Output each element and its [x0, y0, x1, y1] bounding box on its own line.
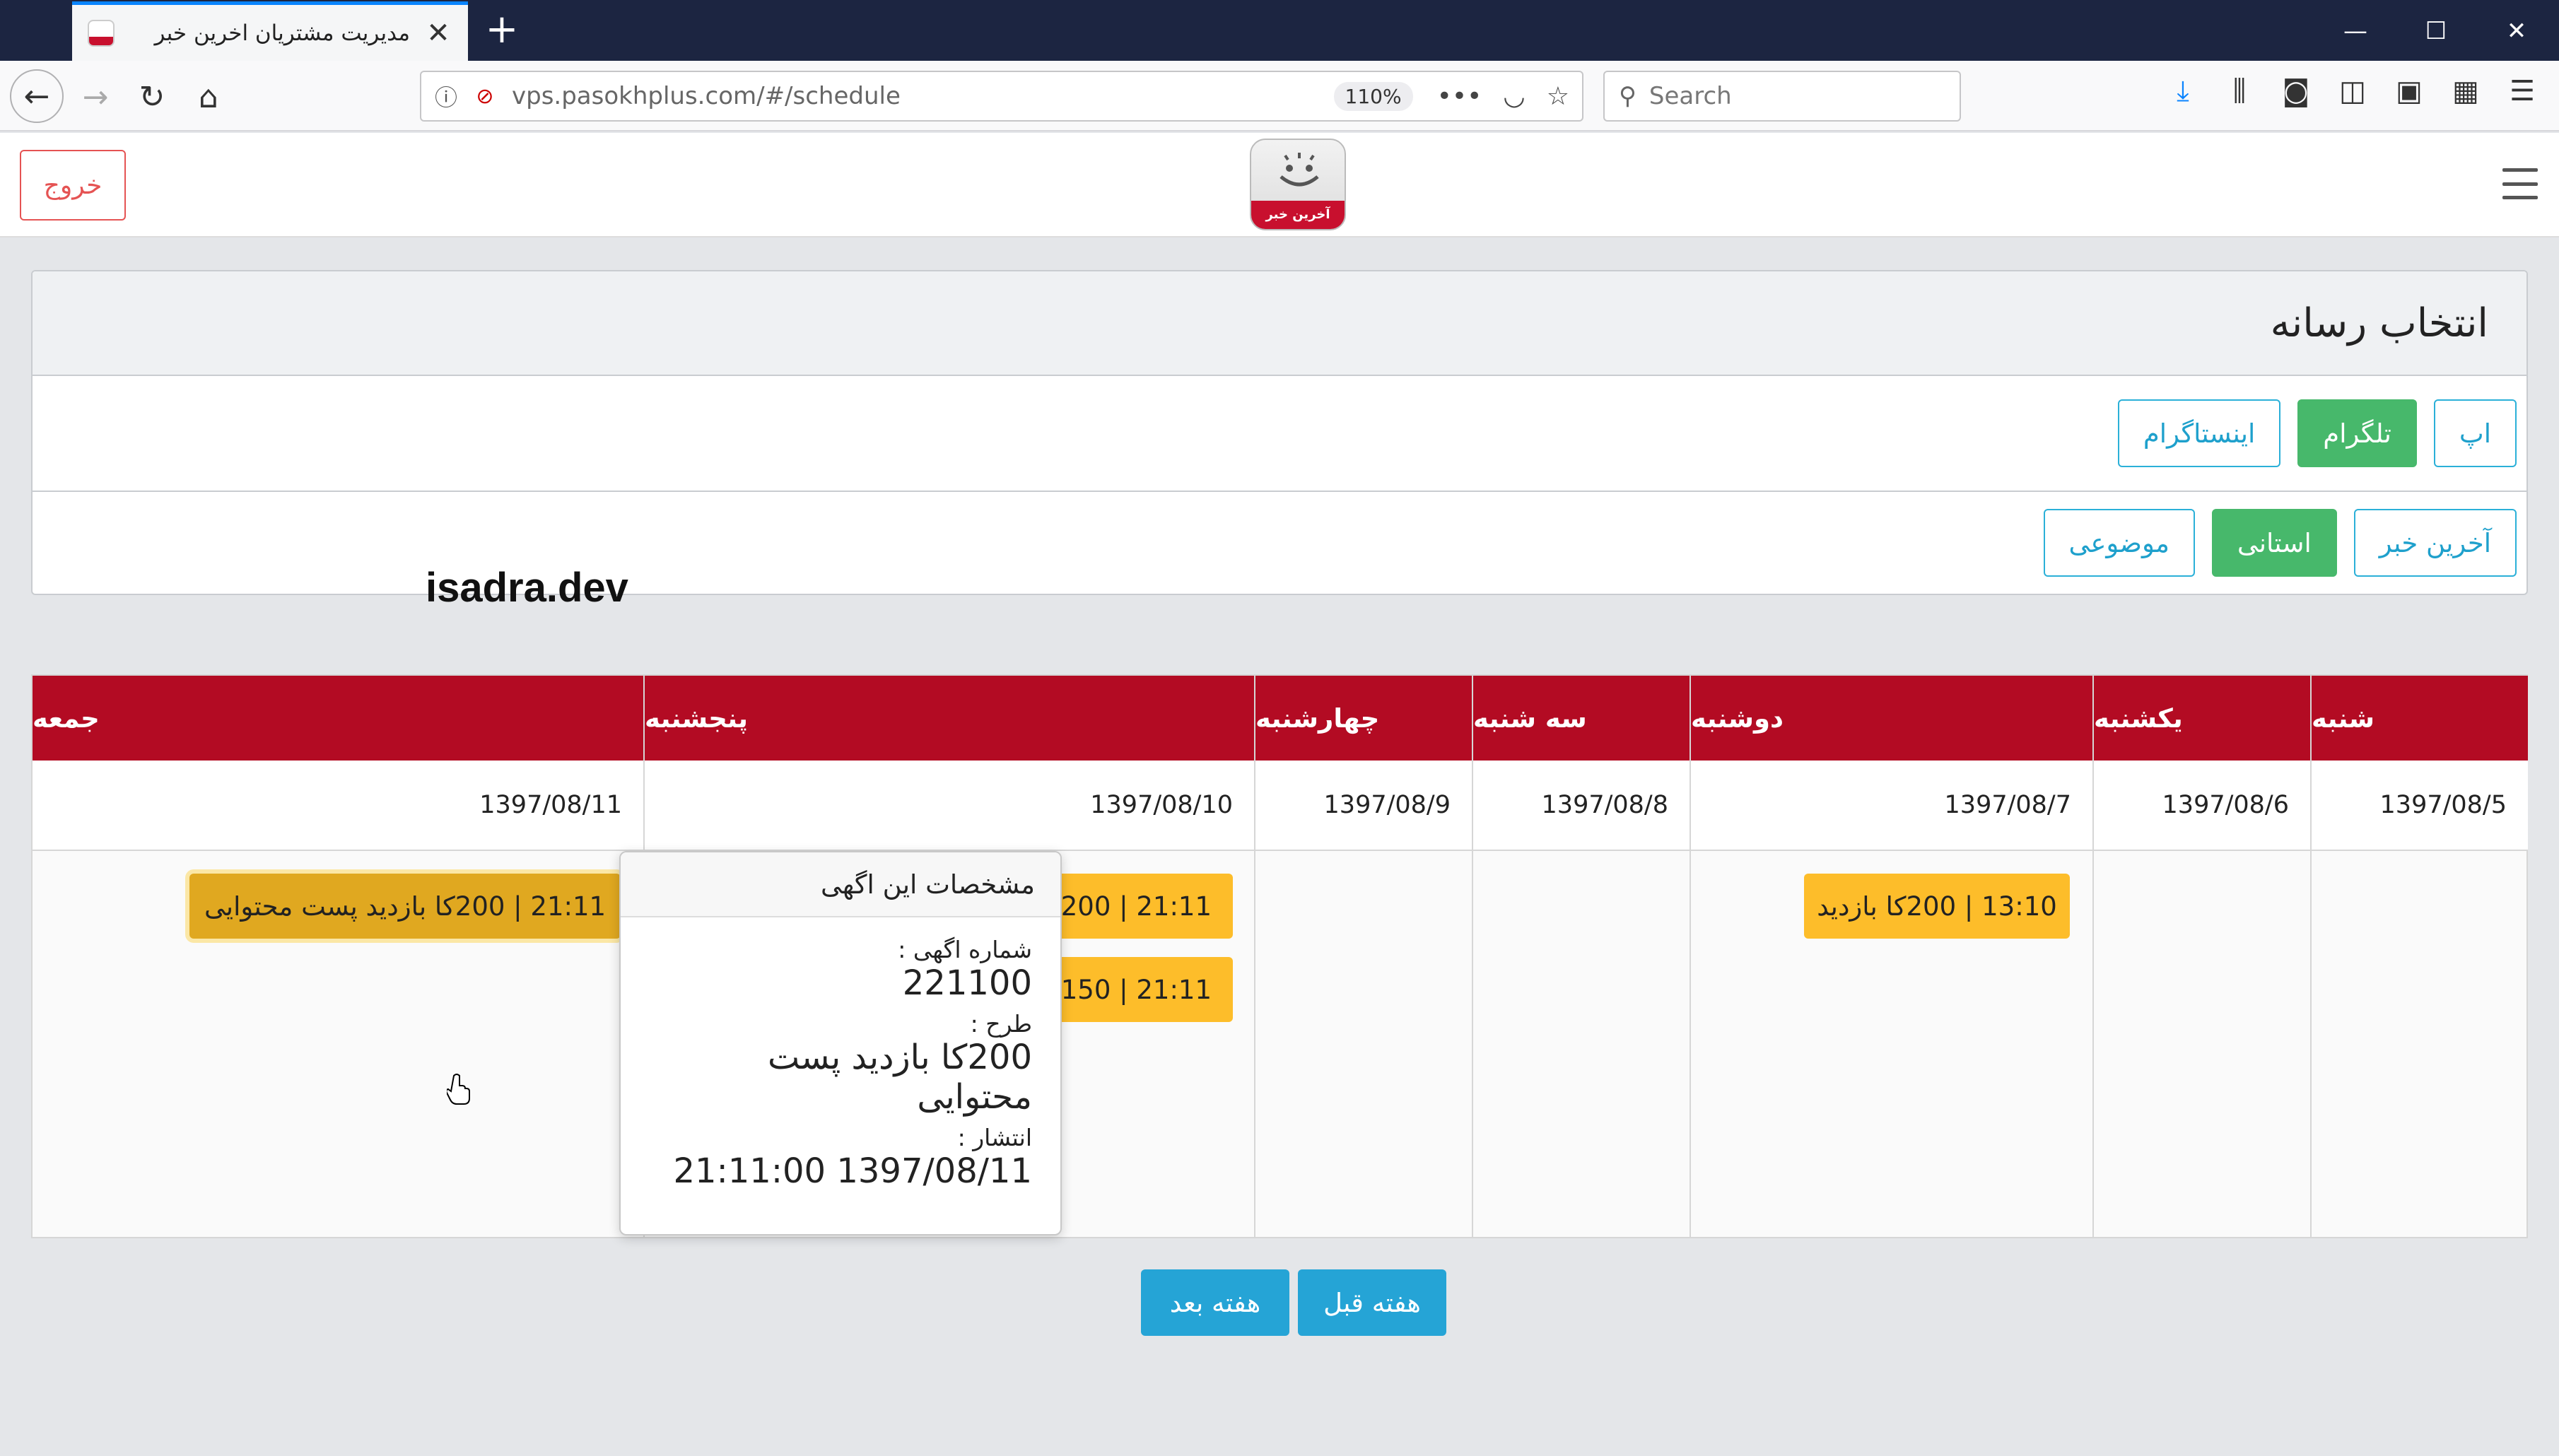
site-info-icon[interactable]: ⓘ [421, 80, 471, 112]
previous-week-button[interactable]: هفته قبل [1298, 1269, 1446, 1336]
day-date: 1397/08/7 [1691, 761, 2092, 851]
sidebar-icon[interactable]: ◫ [2337, 75, 2368, 107]
media-select-title: انتخاب رسانه [2270, 300, 2488, 346]
hamburger-menu-icon[interactable] [2502, 168, 2538, 199]
day-slots[interactable] [2094, 851, 2310, 1237]
download-icon[interactable]: ⤓ [2167, 75, 2198, 107]
plan-value: 200کا بازدید پست محتوایی [767, 1038, 1032, 1117]
next-week-button[interactable]: هفته بعد [1141, 1269, 1289, 1336]
ad-slot[interactable]: 21:11 | 200کا بازدید پست محتوایی [189, 874, 621, 939]
day-header: پنجشنبه [645, 676, 1254, 761]
card-header: انتخاب رسانه [33, 271, 2526, 376]
tab-close-icon[interactable]: ✕ [424, 17, 452, 49]
media-select-card: انتخاب رسانه اینستاگرام تلگرام اپ موضوعی… [31, 270, 2528, 595]
publish-value: 1397/08/11 21:11:00 [673, 1151, 1033, 1191]
search-icon: ⚲ [1619, 82, 1636, 110]
day-date: 1397/08/11 [33, 761, 643, 851]
day-header: جمعه [33, 676, 643, 761]
ad-number-label: شماره اگهی : [898, 936, 1032, 963]
app-header: خروج آخرین خبر [0, 133, 2559, 237]
channel-topical-button[interactable]: موضوعی [2043, 509, 2195, 577]
address-bar[interactable]: ⓘ ⊘ vps.pasokhplus.com/#/schedule 110% •… [420, 71, 1583, 122]
channel-akharin-khabar-button[interactable]: آخرین خبر [2353, 509, 2517, 577]
home-icon[interactable]: ⌂ [184, 72, 233, 122]
maximize-icon[interactable]: ☐ [2415, 10, 2457, 52]
day-header: چهارشنبه [1255, 676, 1472, 761]
hand-cursor-icon [447, 1074, 470, 1105]
qr-code-icon[interactable]: ▦ [2450, 75, 2481, 107]
day-slots[interactable]: 21:11 | 200کا بازدید پست محتوایی [33, 851, 643, 1237]
logout-button[interactable]: خروج [20, 150, 126, 221]
day-slots[interactable] [2312, 851, 2528, 1237]
forward-arrow-icon[interactable]: → [71, 72, 120, 122]
plan-label: طرح : [970, 1010, 1032, 1038]
browser-tab[interactable]: مدیریت مشتریان اخرین خبر ✕ [72, 1, 468, 61]
url-text[interactable]: vps.pasokhplus.com/#/schedule [499, 82, 1334, 110]
day-column-friday: جمعه 1397/08/11 21:11 | 200کا بازدید پست… [33, 676, 643, 1238]
watermark-text: isadra.dev [426, 565, 628, 611]
day-header: سه شنبه [1473, 676, 1690, 761]
platform-telegram-button[interactable]: تلگرام [2297, 399, 2417, 467]
day-date: 1397/08/9 [1255, 761, 1472, 851]
day-column-tuesday: سه شنبه 1397/08/8 [1472, 676, 1690, 1238]
day-date: 1397/08/10 [645, 761, 1254, 851]
logo-text: آخرین خبر [1251, 201, 1345, 229]
day-column-sunday: یکشنبه 1397/08/6 [2092, 676, 2310, 1238]
day-date: 1397/08/6 [2094, 761, 2310, 851]
search-box[interactable]: ⚲ [1603, 71, 1961, 122]
pocket-icon[interactable]: ◡ [1503, 82, 1525, 111]
day-date: 1397/08/8 [1473, 761, 1690, 851]
day-slots[interactable] [1473, 851, 1690, 1237]
ad-slot[interactable]: 13:10 | 200کا بازدید [1804, 874, 2070, 939]
zoom-level[interactable]: 110% [1333, 81, 1413, 111]
day-slots[interactable]: 13:10 | 200کا بازدید [1691, 851, 2092, 1237]
day-header: شنبه [2312, 676, 2528, 761]
browser-navbar: ← → ↻ ⌂ ⓘ ⊘ vps.pasokhplus.com/#/schedul… [0, 61, 2559, 131]
day-slots[interactable] [1255, 851, 1472, 1237]
ad-details-popover: مشخصات این اگهی شماره اگهی : 221100 طرح … [619, 851, 1062, 1235]
site-logo[interactable]: آخرین خبر [1250, 139, 1346, 230]
bookmark-star-icon[interactable]: ☆ [1547, 82, 1569, 111]
page-actions-icon[interactable]: ••• [1437, 82, 1482, 111]
platform-row: اینستاگرام تلگرام اپ [33, 376, 2526, 492]
platform-app-button[interactable]: اپ [2433, 399, 2517, 467]
popover-title: مشخصات این اگهی [621, 852, 1060, 917]
day-header: دوشنبه [1691, 676, 2092, 761]
browser-titlebar: مدیریت مشتریان اخرین خبر ✕ + — ☐ ✕ [0, 0, 2559, 61]
smiley-logo-icon [1280, 153, 1319, 187]
day-header: یکشنبه [2094, 676, 2310, 761]
search-input[interactable] [1649, 82, 1932, 110]
publish-label: انتشار : [957, 1124, 1032, 1151]
ad-slot[interactable]: 21:11 | 200کا [1041, 874, 1233, 939]
site-favicon-icon [88, 19, 115, 47]
toolbar-icons: ⤓ ⫼ ◙ ◫ ▣ ▦ ☰ [2167, 75, 2538, 107]
extension-icon[interactable]: ◙ [2280, 75, 2312, 107]
library-icon[interactable]: ⫼ [2224, 75, 2255, 107]
page: خروج آخرین خبر انتخاب رسانه اینستاگرام ت… [0, 133, 2559, 1456]
weekly-schedule: شنبه 1397/08/5 یکشنبه 1397/08/6 دوشنبه 1… [31, 674, 2528, 1238]
channel-row: موضوعی استانی آخرین خبر [33, 492, 2526, 594]
day-column-monday: دوشنبه 1397/08/7 13:10 | 200کا بازدید [1690, 676, 2092, 1238]
reload-icon[interactable]: ↻ [127, 72, 177, 122]
new-tab-icon[interactable]: + [481, 8, 523, 51]
day-column-wednesday: چهارشنبه 1397/08/9 [1254, 676, 1472, 1238]
day-date: 1397/08/5 [2312, 761, 2528, 851]
back-arrow-icon[interactable]: ← [10, 69, 64, 123]
insecure-lock-icon[interactable]: ⊘ [471, 84, 499, 109]
channel-provincial-button[interactable]: استانی [2211, 509, 2337, 577]
screenshot-icon[interactable]: ▣ [2394, 75, 2425, 107]
tab-title: مدیریت مشتریان اخرین خبر [154, 20, 410, 46]
platform-instagram-button[interactable]: اینستاگرام [2117, 399, 2281, 467]
day-column-saturday: شنبه 1397/08/5 [2310, 676, 2528, 1238]
window-close-icon[interactable]: ✕ [2495, 10, 2538, 52]
ad-slot[interactable]: 21:11 | 150کا [1041, 957, 1233, 1022]
minimize-icon[interactable]: — [2334, 10, 2377, 52]
ad-number-value: 221100 [902, 963, 1032, 1003]
browser-menu-icon[interactable]: ☰ [2507, 75, 2538, 107]
